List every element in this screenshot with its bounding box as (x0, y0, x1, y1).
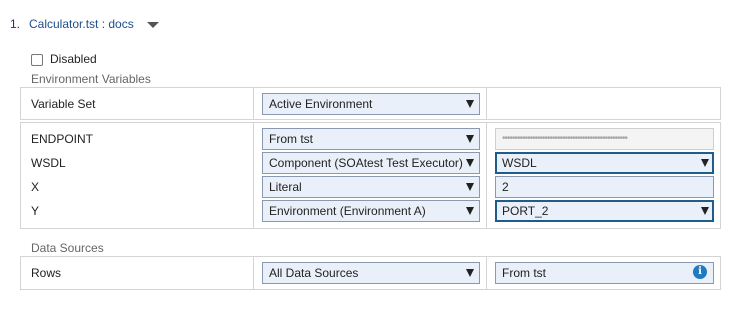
rows-label: Rows (31, 266, 62, 280)
x-value: 2 (502, 180, 509, 194)
dropdown-arrow-icon (466, 100, 474, 108)
dropdown-arrow-icon (466, 207, 474, 215)
rows-value-input[interactable]: From tst (495, 262, 714, 284)
triangle-down-icon[interactable] (147, 22, 159, 28)
dropdown-arrow-icon (466, 269, 474, 277)
y-type-value: Environment (Environment A) (269, 204, 426, 218)
dropdown-arrow-icon (466, 135, 474, 143)
column-divider (486, 256, 487, 290)
rows-type-value: All Data Sources (269, 266, 359, 280)
endpoint-value-field: ••••••••••••••••••••••••••••••••••••••••… (495, 128, 714, 150)
disabled-checkbox[interactable] (31, 54, 43, 66)
variable-set-value: Active Environment (269, 97, 373, 111)
wsdl-type-value: Component (SOAtest Test Executor) (269, 156, 463, 170)
y-value: PORT_2 (502, 204, 549, 218)
x-type-value: Literal (269, 180, 302, 194)
data-sources-heading: Data Sources (31, 241, 104, 255)
x-value-input[interactable]: 2 (495, 176, 714, 198)
variable-name-y: Y (31, 204, 40, 218)
variable-name-x: X (31, 180, 40, 194)
variable-set-label: Variable Set (31, 97, 96, 111)
item-number: 1. (10, 17, 21, 31)
dropdown-arrow-icon (466, 159, 474, 167)
column-divider (486, 122, 487, 229)
column-divider (253, 256, 254, 290)
dropdown-arrow-icon (466, 183, 474, 191)
wsdl-type-select[interactable]: Component (SOAtest Test Executor) (262, 152, 480, 174)
column-divider (486, 87, 487, 120)
wsdl-value: WSDL (502, 156, 537, 170)
column-divider (253, 122, 254, 229)
test-title-link[interactable]: Calculator.tst : docs (29, 17, 134, 31)
environment-variables-heading: Environment Variables (31, 72, 151, 86)
x-type-select[interactable]: Literal (262, 176, 480, 198)
endpoint-type-select[interactable]: From tst (262, 128, 480, 150)
info-icon[interactable]: i (693, 265, 707, 279)
variable-set-select[interactable]: Active Environment (262, 93, 480, 115)
variable-name-wsdl: WSDL (31, 156, 66, 170)
dropdown-arrow-icon (701, 159, 709, 167)
dropdown-arrow-icon (701, 207, 709, 215)
y-type-select[interactable]: Environment (Environment A) (262, 200, 480, 222)
wsdl-value-select[interactable]: WSDL (495, 152, 714, 174)
disabled-label: Disabled (50, 52, 97, 66)
rows-type-select[interactable]: All Data Sources (262, 262, 480, 284)
column-divider (253, 87, 254, 120)
endpoint-type-value: From tst (269, 132, 313, 146)
y-value-select[interactable]: PORT_2 (495, 200, 714, 222)
endpoint-masked-value: ••••••••••••••••••••••••••••••••••••••••… (502, 133, 628, 144)
variable-name-endpoint: ENDPOINT (31, 132, 94, 146)
rows-value: From tst (502, 266, 546, 280)
